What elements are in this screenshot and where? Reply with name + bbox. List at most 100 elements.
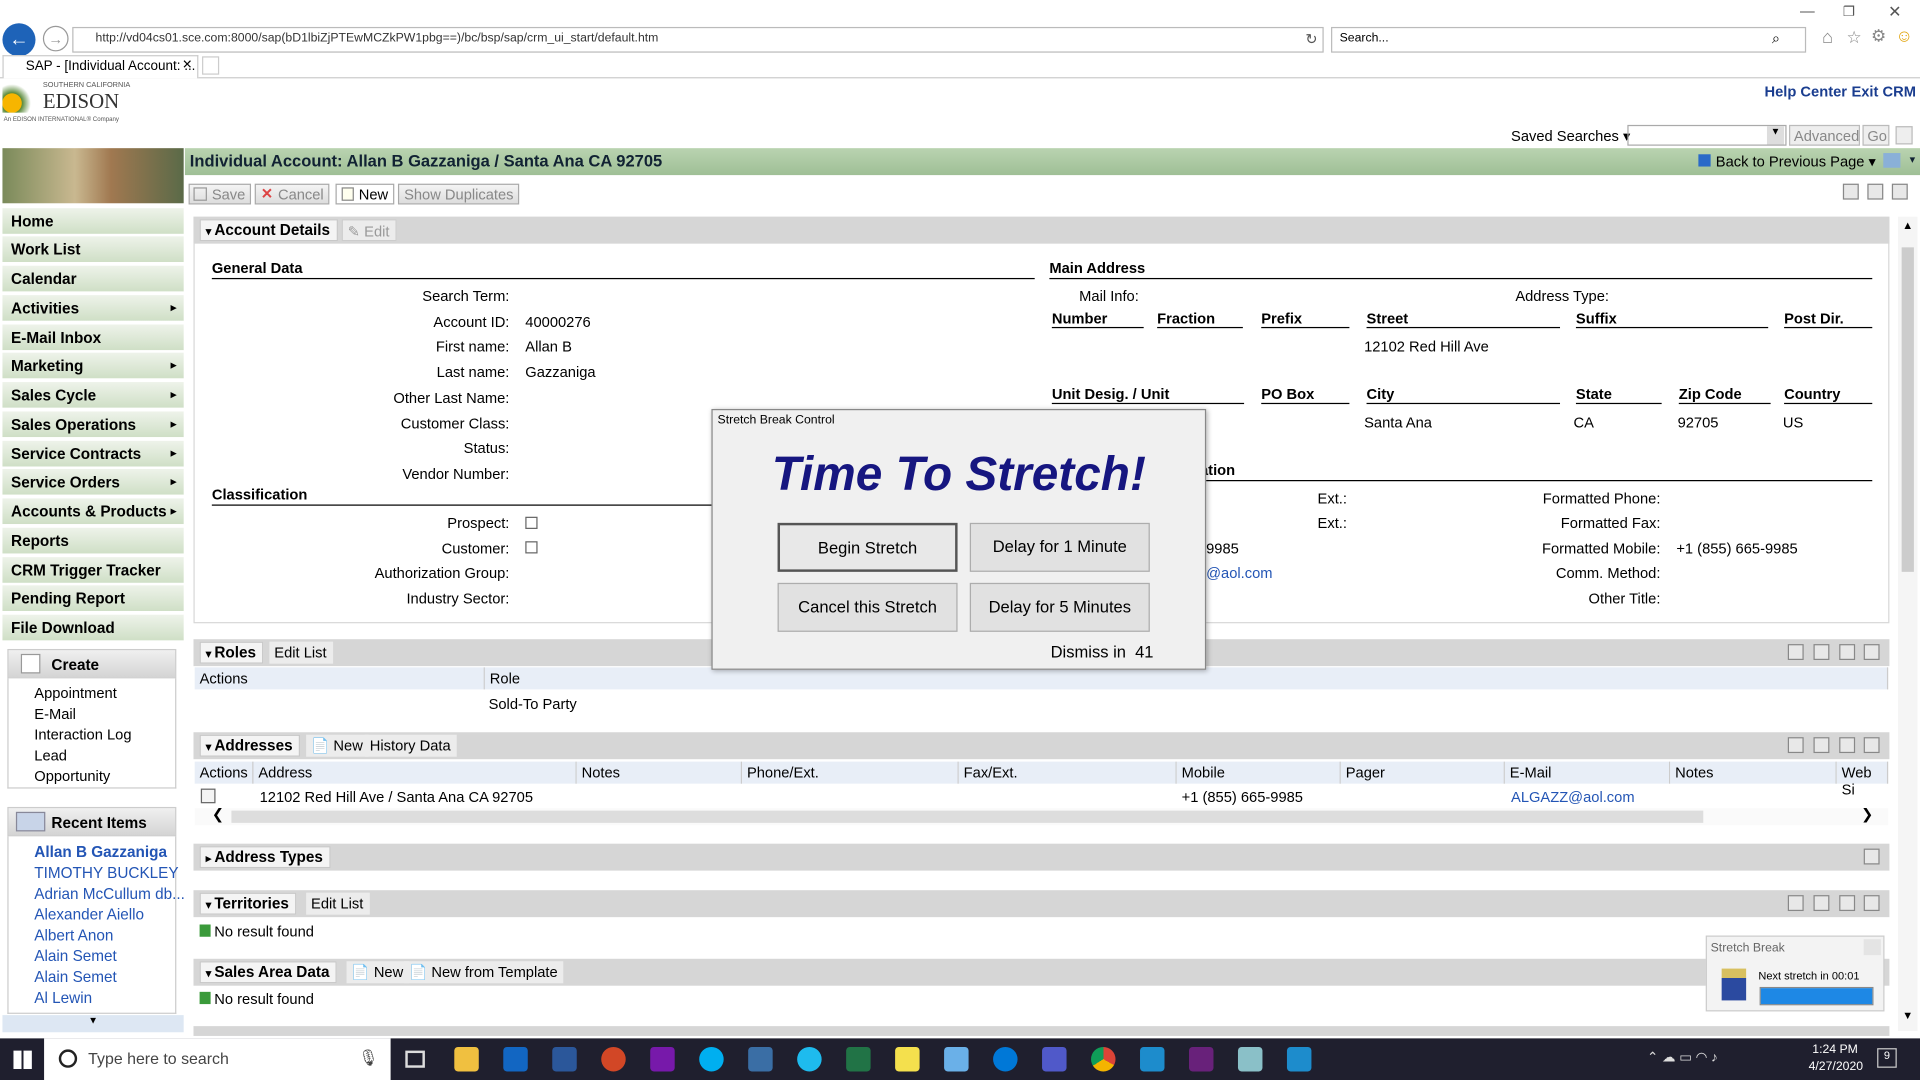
history-data-button[interactable]: History Data	[364, 734, 457, 757]
email-partial-link[interactable]: @aol.com	[1206, 564, 1272, 581]
create-item[interactable]: Appointment	[34, 684, 117, 701]
nav-item-home[interactable]: Home	[2, 208, 184, 236]
address-bar[interactable]: http://vd04cs01.sce.com:8000/sap(bD1lbiZ…	[72, 26, 1324, 53]
recent-item[interactable]: Al Lewin	[34, 989, 92, 1006]
nav-item-file-download[interactable]: File Download	[2, 614, 184, 642]
trash-icon[interactable]	[1895, 126, 1913, 145]
roles-edit-list-button[interactable]: Edit List	[269, 641, 333, 664]
favorites-icon[interactable]: ☆	[1847, 27, 1862, 48]
addresses-new-button[interactable]: 📄 New	[306, 734, 369, 757]
recent-item[interactable]: TIMOTHY BUCKLEY	[34, 864, 178, 881]
toast-close-icon[interactable]	[1863, 939, 1881, 956]
recent-item[interactable]: Adrian McCullum db...	[34, 885, 185, 902]
cancel-stretch-button[interactable]: Cancel this Stretch	[777, 582, 958, 632]
roles-toggle[interactable]: ▾ Roles	[199, 641, 264, 664]
refresh-icon[interactable]: ↻	[1305, 31, 1317, 48]
personalize-icon[interactable]	[1867, 183, 1884, 200]
print-icon[interactable]	[1891, 183, 1908, 200]
nav-item-accounts-products[interactable]: Accounts & Products ▸	[2, 498, 184, 526]
close-tab-icon[interactable]: ✕	[182, 59, 192, 72]
edge-icon[interactable]	[993, 1046, 1018, 1072]
address-row-email[interactable]: ALGAZZ@aol.com	[1511, 789, 1635, 806]
internet-explorer-icon[interactable]	[797, 1046, 822, 1072]
personalize-icon[interactable]	[1839, 644, 1856, 661]
nav-item-marketing[interactable]: Marketing ▸	[2, 352, 184, 380]
delay-5-minutes-button[interactable]: Delay for 5 Minutes	[969, 582, 1150, 632]
word-icon[interactable]	[552, 1046, 577, 1072]
recent-item[interactable]: Albert Anon	[34, 927, 113, 944]
hscroll-thumb[interactable]	[231, 810, 1704, 823]
collapse-icon[interactable]	[1863, 644, 1880, 661]
uipath-icon[interactable]	[1140, 1046, 1165, 1072]
sales-area-new-button[interactable]: 📄 New	[346, 961, 410, 984]
nav-item-sales-cycle[interactable]: Sales Cycle ▸	[2, 382, 184, 409]
personalize-icon[interactable]	[1839, 737, 1856, 754]
cancel-button[interactable]: ✕ Cancel	[254, 183, 330, 205]
card-app-icon[interactable]	[748, 1046, 773, 1072]
taskbar-search-input[interactable]: Type here to search 🎙	[44, 1038, 391, 1080]
excel-icon[interactable]	[846, 1046, 871, 1072]
skype-icon[interactable]	[699, 1046, 724, 1072]
browser-search-input[interactable]: Search...	[1331, 26, 1807, 53]
export-icon[interactable]	[1787, 644, 1804, 661]
export-icon[interactable]	[1787, 737, 1804, 754]
teams-icon[interactable]	[1042, 1046, 1067, 1072]
clock-date[interactable]: 4/27/2020	[1809, 1060, 1863, 1073]
sticky-notes-icon[interactable]	[895, 1046, 920, 1072]
nav-item-service-contracts[interactable]: Service Contracts ▸	[2, 440, 184, 468]
chrome-icon[interactable]	[1091, 1046, 1116, 1072]
onenote-icon[interactable]	[650, 1046, 675, 1072]
recent-item[interactable]: Alain Semet	[34, 948, 117, 965]
show-duplicates-button[interactable]: Show Duplicates	[397, 183, 520, 205]
chevron-down-icon[interactable]: ▾	[1910, 153, 1916, 166]
personalize-icon[interactable]	[1883, 153, 1901, 168]
delay-1-minute-button[interactable]: Delay for 1 Minute	[969, 522, 1150, 572]
file-explorer-icon[interactable]	[454, 1046, 479, 1072]
save-button[interactable]: Save	[188, 183, 252, 205]
create-item[interactable]: E-Mail	[34, 705, 76, 722]
edit-button[interactable]: ✎ Edit	[341, 219, 397, 242]
edit-row-icon[interactable]	[200, 788, 216, 804]
saved-searches-select[interactable]: ▼	[1627, 124, 1787, 146]
print-layout-icon[interactable]	[1842, 183, 1859, 200]
nav-item-e-mail-inbox[interactable]: E-Mail Inbox	[2, 324, 184, 352]
scrollbar-thumb[interactable]	[1901, 247, 1914, 572]
collapse-icon[interactable]	[1863, 848, 1880, 865]
begin-stretch-button[interactable]: Begin Stretch	[777, 522, 958, 572]
account-details-toggle[interactable]: ▾ Account Details	[199, 219, 338, 242]
windows-start-icon[interactable]	[13, 1050, 32, 1069]
nav-item-pending-report[interactable]: Pending Report	[2, 585, 184, 613]
recent-item[interactable]: Alain Semet	[34, 969, 117, 986]
restore-icon[interactable]: ❐	[1843, 4, 1855, 20]
clock-time[interactable]: 1:24 PM	[1812, 1043, 1858, 1056]
search-icon[interactable]: ⌕	[1772, 29, 1780, 47]
browser-tab[interactable]: SAP - [Individual Account: ... ✕	[2, 55, 199, 79]
sales-area-toggle[interactable]: ▾ Sales Area Data	[199, 961, 337, 984]
create-item[interactable]: Opportunity	[34, 768, 110, 785]
powerpoint-icon[interactable]	[601, 1046, 626, 1072]
notification-center-icon[interactable]: 9	[1877, 1048, 1897, 1068]
home-icon[interactable]: ⌂	[1822, 27, 1833, 48]
nav-item-sales-operations[interactable]: Sales Operations ▸	[2, 411, 184, 439]
address-types-toggle[interactable]: ▸ Address Types	[199, 846, 331, 869]
new-tab-button[interactable]	[202, 56, 220, 75]
nav-item-work-list[interactable]: Work List	[2, 236, 184, 264]
saved-searches-label[interactable]: Saved Searches ▾	[1511, 127, 1630, 144]
advanced-button[interactable]: Advanced	[1788, 124, 1861, 146]
export-icon[interactable]	[1787, 895, 1804, 912]
horizontal-scrollbar[interactable]: ❮ ❯	[194, 806, 1889, 826]
smiley-icon[interactable]: ☺	[1896, 26, 1914, 46]
customer-checkbox[interactable]	[525, 541, 538, 554]
prospect-checkbox[interactable]	[525, 516, 538, 529]
app-icon[interactable]	[1237, 1046, 1263, 1072]
settings-gear-icon[interactable]: ⚙	[1871, 26, 1886, 47]
collapse-icon[interactable]	[1863, 895, 1880, 912]
recent-item[interactable]: Allan B Gazzaniga	[34, 844, 167, 861]
new-button[interactable]: New	[335, 183, 395, 205]
visual-studio-icon[interactable]	[1188, 1046, 1214, 1072]
print-icon[interactable]	[1813, 895, 1830, 912]
collapse-icon[interactable]	[1863, 737, 1880, 754]
print-icon[interactable]	[1813, 644, 1830, 661]
task-view-icon[interactable]	[405, 1050, 425, 1068]
territories-toggle[interactable]: ▾ Territories	[199, 892, 297, 915]
